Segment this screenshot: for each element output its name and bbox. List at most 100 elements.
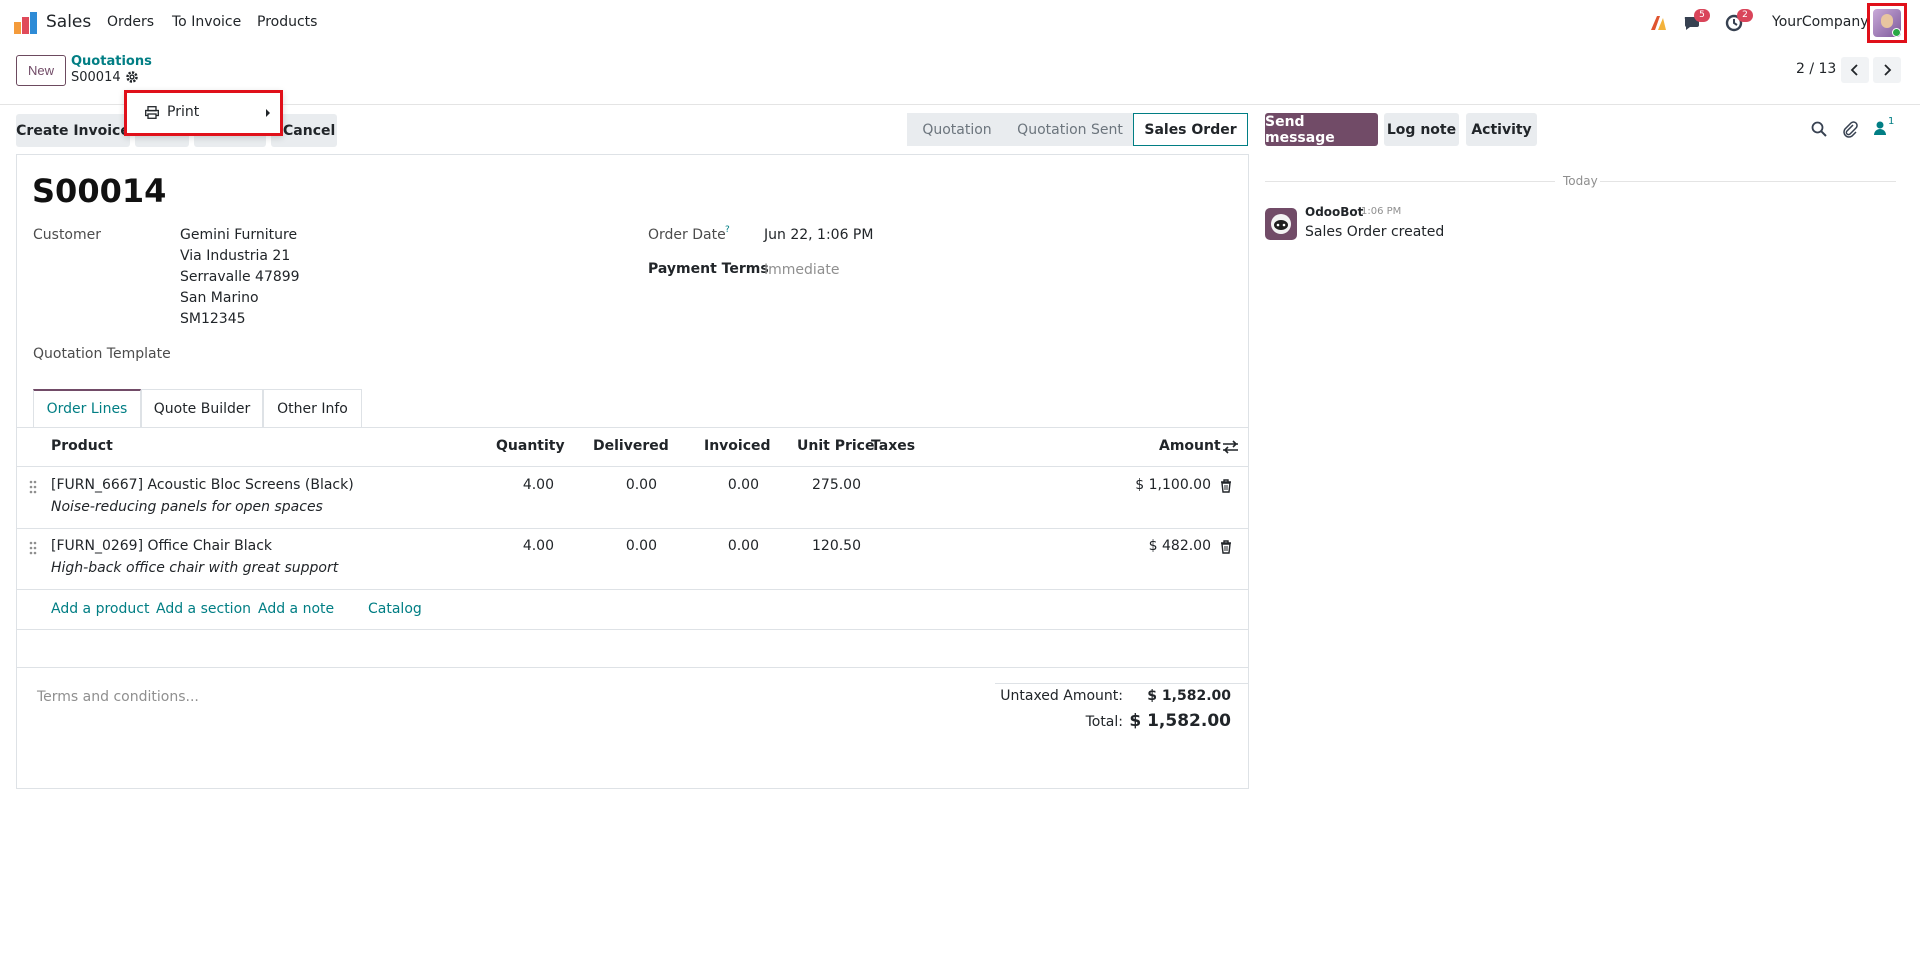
settings-toggle-icon[interactable] (1223, 440, 1238, 454)
add-section-link[interactable]: Add a section (156, 601, 251, 617)
add-product-link[interactable]: Add a product (51, 601, 149, 617)
drag-handle-icon[interactable] (29, 541, 37, 555)
message-time: 1:06 PM (1361, 206, 1402, 217)
menu-to-invoice[interactable]: To Invoice (172, 14, 241, 30)
line-invoiced: 0.00 (727, 538, 759, 554)
column-quantity[interactable]: Quantity (496, 438, 565, 454)
line-unit-price[interactable]: 120.50 (780, 538, 861, 554)
line-product-name[interactable]: [FURN_6667] Acoustic Bloc Screens (Black… (51, 477, 354, 493)
order-date-help-icon[interactable]: ? (725, 225, 730, 235)
order-title: S00014 (32, 172, 167, 210)
status-quotation[interactable]: Quotation (907, 113, 1007, 146)
line-quantity[interactable]: 4.00 (480, 477, 554, 493)
date-divider-left (1265, 181, 1555, 182)
status-sales-order[interactable]: Sales Order (1133, 113, 1248, 146)
messages-badge: 5 (1694, 9, 1710, 22)
activity-button[interactable]: Activity (1466, 113, 1537, 146)
address-line-1: Via Industria 21 (180, 248, 291, 264)
address-line-3: San Marino (180, 290, 259, 306)
payment-terms-field[interactable]: Immediate (764, 262, 839, 278)
date-divider-label: Today (1563, 174, 1598, 188)
pager-previous-button[interactable] (1841, 57, 1869, 83)
menu-orders[interactable]: Orders (107, 14, 154, 30)
clock-icon[interactable]: 2 (1725, 9, 1753, 34)
column-product[interactable]: Product (51, 438, 113, 454)
ai-icon[interactable] (1648, 12, 1670, 34)
untaxed-amount-label: Untaxed Amount: (1000, 688, 1123, 704)
print-dropdown-menu: Print (124, 90, 283, 136)
address-line-4: SM12345 (180, 311, 246, 327)
top-navbar: Sales Orders To Invoice Products 5 2 You… (0, 0, 1920, 45)
row-divider (16, 667, 1249, 668)
followers-button[interactable]: 1 (1873, 116, 1901, 138)
app-logo-icon[interactable] (14, 12, 38, 34)
pager-next-button[interactable] (1873, 57, 1901, 83)
menu-products[interactable]: Products (257, 14, 317, 30)
line-invoiced: 0.00 (727, 477, 759, 493)
total-value: $ 1,582.00 (1129, 711, 1231, 731)
breadcrumb-quotations[interactable]: Quotations (71, 54, 152, 69)
line-delivered: 0.00 (625, 477, 657, 493)
header-divider (16, 466, 1249, 467)
print-label: Print (167, 104, 200, 120)
tab-quote-builder[interactable]: Quote Builder (141, 389, 263, 427)
odoobot-avatar (1265, 208, 1297, 240)
create-invoice-button[interactable]: Create Invoice (16, 114, 130, 147)
line-amount: $ 482.00 (1148, 538, 1211, 554)
line-quantity[interactable]: 4.00 (480, 538, 554, 554)
chevron-left-icon (1850, 64, 1858, 76)
printer-icon (145, 105, 159, 119)
pager-value[interactable]: 2 / 13 (1796, 61, 1836, 77)
add-note-link[interactable]: Add a note (258, 601, 334, 617)
robot-icon (1271, 214, 1291, 234)
paperclip-icon[interactable] (1841, 120, 1859, 138)
app-name[interactable]: Sales (46, 12, 91, 32)
new-button[interactable]: New (16, 55, 66, 86)
terms-conditions-field[interactable]: Terms and conditions... (37, 689, 199, 705)
control-panel-divider (0, 104, 1920, 105)
order-date-label: Order Date (648, 227, 726, 243)
user-avatar[interactable] (1867, 3, 1907, 43)
trash-icon[interactable] (1220, 479, 1232, 493)
row-divider (16, 629, 1249, 630)
followers-count: 1 (1888, 116, 1895, 127)
message-body: Sales Order created (1305, 224, 1445, 240)
activities-badge: 2 (1737, 9, 1753, 22)
column-unit-price[interactable]: Unit Price (797, 438, 874, 454)
search-icon[interactable] (1810, 120, 1828, 138)
tabs-divider (16, 427, 1249, 428)
tab-other-info[interactable]: Other Info (263, 389, 362, 427)
date-divider-right (1600, 181, 1896, 182)
catalog-link[interactable]: Catalog (368, 601, 422, 617)
submenu-caret-icon (266, 109, 270, 117)
drag-handle-icon[interactable] (29, 480, 37, 494)
order-date-value[interactable]: Jun 22, 1:06 PM (764, 227, 873, 243)
breadcrumb-current: S00014 (71, 70, 121, 85)
trash-icon[interactable] (1220, 540, 1232, 554)
line-product-description[interactable]: High-back office chair with great suppor… (51, 560, 338, 576)
column-invoiced[interactable]: Invoiced (704, 438, 771, 454)
quotation-template-label: Quotation Template (33, 346, 171, 362)
online-status-dot (1892, 28, 1901, 37)
untaxed-amount-value: $ 1,582.00 (1147, 688, 1231, 704)
chat-icon[interactable]: 5 (1682, 9, 1710, 34)
column-delivered[interactable]: Delivered (593, 438, 669, 454)
customer-label: Customer (33, 227, 102, 243)
log-note-button[interactable]: Log note (1384, 113, 1459, 146)
line-product-description[interactable]: Noise-reducing panels for open spaces (51, 499, 323, 515)
row-divider (16, 528, 1249, 529)
gear-icon[interactable] (125, 70, 139, 84)
print-menu-item[interactable]: Print (145, 104, 199, 120)
column-amount[interactable]: Amount (1159, 438, 1221, 454)
payment-terms-label: Payment Terms (648, 261, 769, 277)
status-quotation-sent[interactable]: Quotation Sent (1007, 113, 1133, 146)
line-product-name[interactable]: [FURN_0269] Office Chair Black (51, 538, 272, 554)
line-unit-price[interactable]: 275.00 (780, 477, 861, 493)
customer-name-link[interactable]: Gemini Furniture (180, 227, 297, 243)
message-author[interactable]: OdooBot (1305, 205, 1363, 219)
row-divider (16, 589, 1249, 590)
company-switcher[interactable]: YourCompany (1772, 14, 1869, 30)
send-message-button[interactable]: Send message (1265, 113, 1378, 146)
tab-order-lines[interactable]: Order Lines (33, 389, 141, 427)
column-taxes[interactable]: Taxes (871, 438, 915, 454)
